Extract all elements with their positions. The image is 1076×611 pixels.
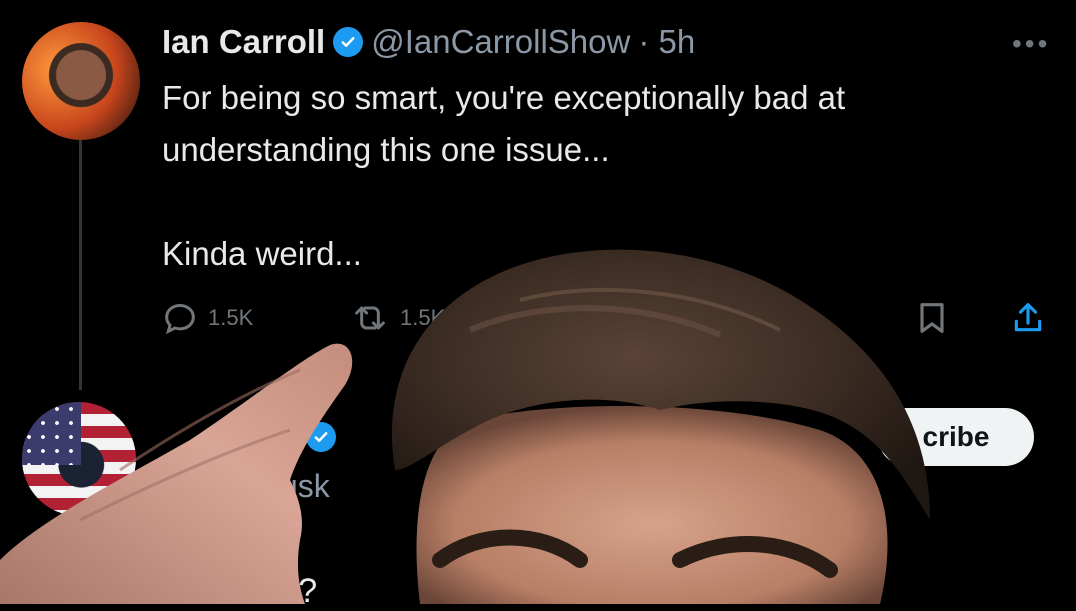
tweet-line: understanding this one issue... xyxy=(162,131,610,168)
views-icon xyxy=(726,309,752,330)
verified-badge-icon xyxy=(305,421,336,452)
avatar[interactable] xyxy=(22,22,140,140)
more-icon[interactable]: ••• xyxy=(1012,28,1050,60)
action-bar: 1.5K 1.5K 14K xyxy=(160,296,1060,340)
thread-line xyxy=(79,140,82,390)
handle[interactable]: usk xyxy=(280,468,330,505)
hair-shape xyxy=(391,249,931,520)
views-count: 14K xyxy=(764,305,804,330)
subscribe-button[interactable]: cribe xyxy=(878,408,1034,466)
reply-button[interactable]: 1.5K xyxy=(160,296,253,340)
reply-icon xyxy=(165,303,195,335)
avatar[interactable] xyxy=(22,402,136,516)
reply-count: 1.5K xyxy=(208,305,254,330)
repost-icon xyxy=(355,306,385,330)
tweet-line: For being so smart, you're exceptionally… xyxy=(162,79,846,116)
timestamp[interactable]: · 5h xyxy=(638,23,695,61)
tweet-header: Ian Carroll @IanCarrollShow · 5h xyxy=(162,20,695,64)
display-name[interactable]: Ian Carroll xyxy=(162,23,325,61)
reply-text: ...ision? xyxy=(200,572,318,610)
share-icon[interactable] xyxy=(1008,296,1048,340)
repost-button[interactable]: 1.5K xyxy=(348,296,445,340)
views-button[interactable]: 14K xyxy=(720,296,803,340)
tweet-line: Kinda weird... xyxy=(162,235,362,272)
tweet-text: For being so smart, you're exceptionally… xyxy=(162,72,1042,280)
verified-badge-icon xyxy=(333,27,364,57)
bookmark-icon[interactable] xyxy=(912,296,952,340)
repost-count: 1.5K xyxy=(400,305,446,330)
face-shape xyxy=(416,406,888,604)
handle[interactable]: @IanCarrollShow xyxy=(371,23,630,61)
display-name[interactable]: k xyxy=(280,418,298,455)
reply-header: k xyxy=(280,418,336,455)
